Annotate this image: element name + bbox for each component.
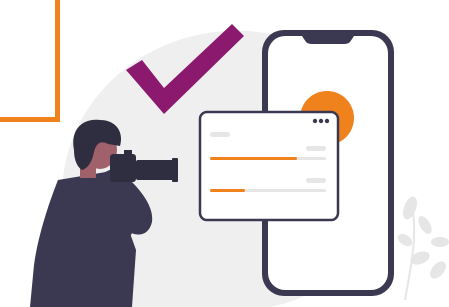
progress-bar-2-fill bbox=[210, 189, 245, 192]
plant-decoration bbox=[397, 196, 449, 301]
corner-frame bbox=[0, 0, 60, 122]
dots-menu-icon bbox=[312, 118, 330, 124]
frame-vertical-line bbox=[55, 0, 60, 122]
illustration-scene bbox=[0, 0, 449, 307]
bar-1-label-placeholder bbox=[306, 146, 326, 151]
progress-card bbox=[198, 110, 340, 222]
card-frame bbox=[198, 110, 340, 222]
illustration-svg bbox=[0, 0, 449, 307]
phone-notch bbox=[302, 36, 354, 44]
frame-horizontal-line bbox=[0, 117, 60, 122]
progress-bar-1-fill bbox=[210, 157, 297, 160]
card-header-placeholder bbox=[210, 132, 230, 137]
bar-2-label-placeholder bbox=[306, 178, 326, 183]
